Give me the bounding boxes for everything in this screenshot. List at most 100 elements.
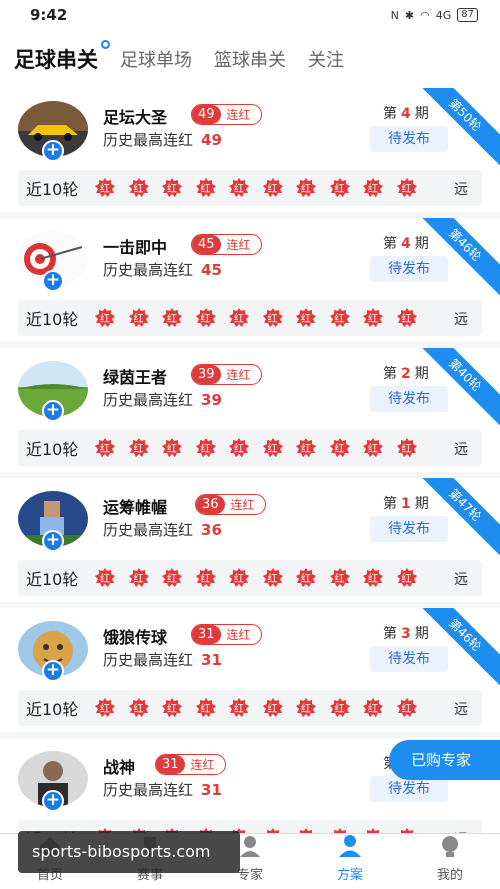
result-badge-label: 红 xyxy=(167,184,177,195)
result-badge-label: 红 xyxy=(267,704,278,715)
expert-name: 战神 xyxy=(103,758,136,777)
wifi-icon: ◠ xyxy=(420,8,430,22)
result-badge-icon: 红 xyxy=(362,437,384,459)
result-badge-label: 红 xyxy=(200,574,211,585)
result-badge-icon: 红 xyxy=(195,697,217,719)
expert-list[interactable]: + 足坛大圣 49 连红 历史最高连红 49 第 4 期待发布 第50轮 近10轮红红红红红红红红红… xyxy=(0,88,500,833)
tab-basketball-parlay[interactable]: 篮球串关 xyxy=(214,46,286,72)
result-badge-icon: 红 xyxy=(396,437,418,459)
pending-button[interactable]: 待发布 xyxy=(370,646,448,672)
watermark: sports-bibosports.com xyxy=(18,831,240,873)
result-badge-icon: 红 xyxy=(396,697,418,719)
result-badge-label: 红 xyxy=(200,314,211,325)
result-badge-label: 红 xyxy=(167,314,177,325)
streak-label: 连红 xyxy=(226,368,251,382)
result-badge-label: 红 xyxy=(133,704,144,715)
expert-card[interactable]: + 一击即中 45 连红 历史最高连红 45 第 4 期待发布 第46轮 近10轮红红红红红红红红红… xyxy=(0,218,500,342)
result-badge-label: 红 xyxy=(334,314,345,325)
result-badge-icon: 红 xyxy=(128,177,150,199)
recent-results-row: 近10轮 红 红 红 红 红 红 红 红 红 红 远 xyxy=(18,430,482,466)
period-number: 4 xyxy=(401,106,411,122)
result-badge-icon: 红 xyxy=(262,697,284,719)
period-label: 第4期 xyxy=(383,106,429,122)
result-badge-label: 红 xyxy=(301,704,311,715)
expert-card[interactable]: + 饿狼传球 31 连红 历史最高连红 31 第 3 期待发布 第46轮 近10轮红红红红红红红红红… xyxy=(0,608,500,732)
tab-label: 足球串关 xyxy=(14,48,98,72)
expert-name: 一击即中 xyxy=(103,238,168,257)
pending-button[interactable]: 待发布 xyxy=(370,386,448,412)
nav-label: 我的 xyxy=(436,868,463,883)
expert-name: 足坛大圣 xyxy=(103,108,168,127)
expert-card[interactable]: + 足坛大圣 49 连红 历史最高连红 49 第 4 期待发布 第50轮 近10轮红红红红红红红红红… xyxy=(0,88,500,212)
nav-plan[interactable]: 方案 xyxy=(300,834,400,889)
result-badge-label: 红 xyxy=(368,574,378,585)
result-badge-icon: 红 xyxy=(329,307,351,329)
result-badge-icon: 红 xyxy=(396,177,418,199)
result-badge-label: 红 xyxy=(301,574,311,585)
follow-plus-button[interactable]: + xyxy=(42,790,64,812)
result-badge-icon: 红 xyxy=(195,307,217,329)
far-label: 远 xyxy=(454,312,468,328)
expert-card[interactable]: + 运筹帷幄 36 连红 历史最高连红 36 第 1 期待发布 第47轮 近10轮红红红红红红红红红… xyxy=(0,478,500,602)
result-badge-label: 红 xyxy=(368,444,378,455)
tab-follow[interactable]: 关注 xyxy=(308,46,344,72)
follow-plus-button[interactable]: + xyxy=(42,400,64,422)
far-label: 远 xyxy=(454,442,468,458)
result-badge-label: 红 xyxy=(133,314,144,325)
result-badge-label: 红 xyxy=(167,574,177,585)
result-badge-icon: 红 xyxy=(295,437,317,459)
result-badge-icon: 红 xyxy=(262,567,284,589)
result-badge-label: 红 xyxy=(267,444,278,455)
category-tabs: 足球串关 足球单场 篮球串关 关注 xyxy=(0,30,500,88)
history-best-streak: 历史最高连红 31 xyxy=(103,781,222,799)
streak-badge: 36 连红 xyxy=(195,494,266,515)
result-badge-label: 红 xyxy=(234,184,244,195)
far-label: 远 xyxy=(454,182,468,198)
expert-name: 饿狼传球 xyxy=(103,628,168,647)
profile-icon xyxy=(437,834,463,864)
recent-results-row: 近10轮 红 红 红 红 红 红 红 红 红 红 远 xyxy=(18,170,482,206)
period-number: 4 xyxy=(401,236,411,252)
follow-plus-button[interactable]: + xyxy=(42,530,64,552)
result-badge-label: 红 xyxy=(133,444,144,455)
status-icons: N ✱ ◠ 4G 87 xyxy=(391,8,478,22)
result-badge-label: 红 xyxy=(200,444,211,455)
result-badge-label: 红 xyxy=(133,184,144,195)
tab-football-single[interactable]: 足球单场 xyxy=(120,46,192,72)
tab-indicator-dot xyxy=(101,40,110,49)
history-best-value: 31 xyxy=(201,651,222,669)
period-label: 第2期 xyxy=(383,366,429,382)
result-badge-label: 红 xyxy=(234,444,244,455)
follow-plus-button[interactable]: + xyxy=(42,270,64,292)
result-badge-icon: 红 xyxy=(195,437,217,459)
pending-button[interactable]: 待发布 xyxy=(370,256,448,282)
streak-count: 36 xyxy=(196,495,225,514)
expert-card[interactable]: + 绿茵王者 39 连红 历史最高连红 39 第 2 期待发布 第40轮 近10轮红红红红红红红红红… xyxy=(0,348,500,472)
result-badge-icon: 红 xyxy=(128,567,150,589)
history-best-streak: 历史最高连红 45 xyxy=(103,261,222,279)
follow-plus-button[interactable]: + xyxy=(42,660,64,682)
purchased-experts-button[interactable]: 已购专家 xyxy=(389,740,500,780)
result-badge-icon: 红 xyxy=(161,177,183,199)
result-badge-label: 红 xyxy=(100,704,110,715)
result-badge-label: 红 xyxy=(100,574,110,585)
result-badge-label: 红 xyxy=(200,704,211,715)
recent-label: 近10轮 xyxy=(26,700,79,719)
result-badge-icon: 红 xyxy=(396,567,418,589)
tab-football-parlay[interactable]: 足球串关 xyxy=(14,40,110,74)
history-best-value: 45 xyxy=(201,261,222,279)
result-badge-icon: 红 xyxy=(94,177,116,199)
result-badge-icon: 红 xyxy=(362,697,384,719)
history-best-streak: 历史最高连红 31 xyxy=(103,651,222,669)
result-badge-icon: 红 xyxy=(195,567,217,589)
nav-profile[interactable]: 我的 xyxy=(400,834,500,889)
result-badge-label: 红 xyxy=(334,444,345,455)
history-best-streak: 历史最高连红 36 xyxy=(103,521,222,539)
pending-button[interactable]: 待发布 xyxy=(370,126,448,152)
result-badge-label: 红 xyxy=(167,444,177,455)
pending-button[interactable]: 待发布 xyxy=(370,516,448,542)
follow-plus-button[interactable]: + xyxy=(42,140,64,162)
result-badge-label: 红 xyxy=(401,704,412,715)
result-badge-label: 红 xyxy=(334,184,345,195)
result-badge-icon: 红 xyxy=(329,697,351,719)
